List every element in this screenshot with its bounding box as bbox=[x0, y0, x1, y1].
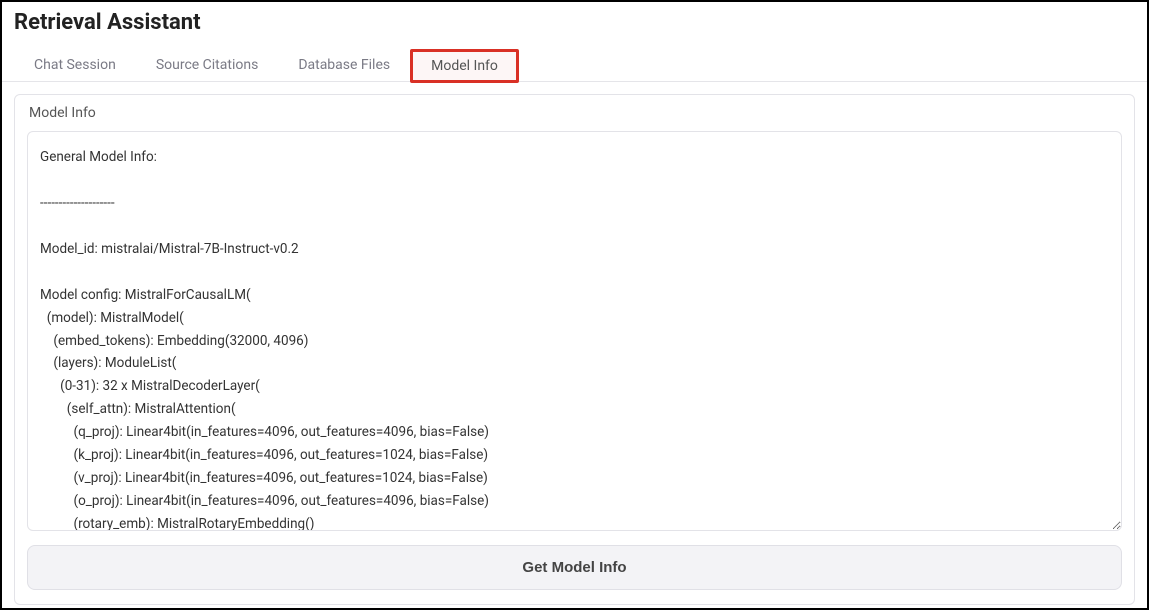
tab-source-citations[interactable]: Source Citations bbox=[136, 49, 279, 81]
get-model-info-button[interactable]: Get Model Info bbox=[27, 545, 1122, 590]
model-info-textarea[interactable]: General Model Info: --------------------… bbox=[27, 131, 1122, 531]
tab-bar: Chat Session Source Citations Database F… bbox=[2, 49, 1147, 82]
model-info-panel: Model Info General Model Info: ---------… bbox=[14, 94, 1135, 605]
tab-chat-session[interactable]: Chat Session bbox=[14, 49, 136, 81]
tab-database-files[interactable]: Database Files bbox=[278, 49, 410, 81]
tab-model-info[interactable]: Model Info bbox=[410, 49, 519, 83]
app-frame: Retrieval Assistant Chat Session Source … bbox=[0, 0, 1149, 610]
resize-handle-icon[interactable] bbox=[1107, 516, 1119, 528]
panel-title: Model Info bbox=[27, 105, 1122, 121]
app-title: Retrieval Assistant bbox=[14, 10, 1135, 35]
